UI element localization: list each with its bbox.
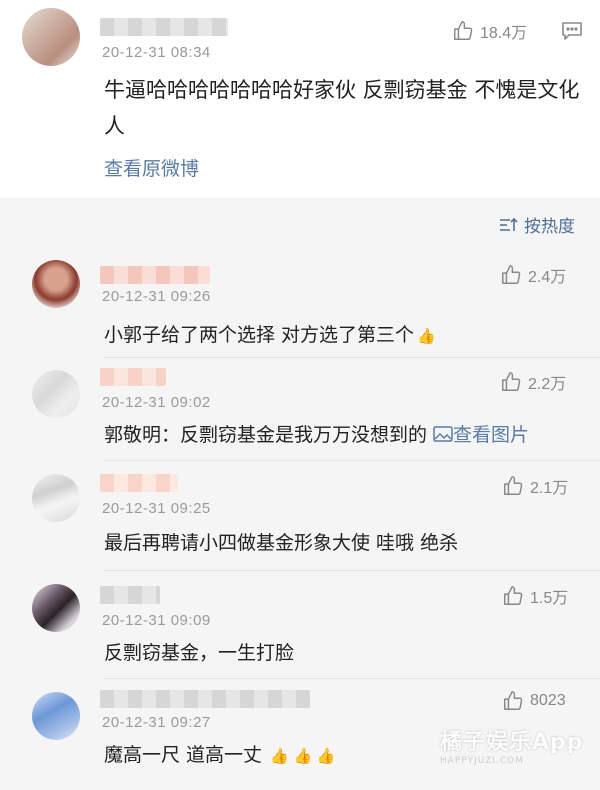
like-button[interactable]: 18.4万 [452, 19, 527, 43]
like-count: 2.2万 [528, 376, 567, 393]
comment-body: 魔高一尺 道高一丈 👍 👍 👍 [104, 740, 336, 767]
avatar[interactable] [32, 584, 80, 632]
comment-body: 小郭子给了两个选择 对方选了第三个 👍 [104, 320, 436, 347]
like-button[interactable]: 1.5万 [502, 584, 568, 608]
thumbs-up-emoji: 👍 [417, 327, 436, 345]
more-menu-icon[interactable] [561, 21, 583, 41]
watermark-url: HAPPYJUZI.COM [440, 756, 524, 766]
username-blurred[interactable] [100, 368, 166, 386]
thumbs-up-emoji: 👍 👍 👍 [270, 747, 336, 765]
thumb-up-icon [502, 265, 521, 284]
avatar[interactable] [32, 474, 80, 522]
like-count: 8023 [530, 692, 566, 709]
divider [104, 678, 600, 679]
like-button[interactable]: 2.4万 [500, 263, 566, 287]
comment-item: 20-12-31 09:25 2.1万 最后再聘请小四做基金形象大使 哇哦 绝杀 [0, 462, 600, 572]
comment-text: 小郭子给了两个选择 对方选了第三个 [104, 324, 415, 346]
username-blurred[interactable] [100, 586, 160, 604]
sort-icon [500, 217, 518, 231]
like-count: 18.4万 [480, 25, 528, 42]
watermark: 橘子娱乐App HAPPYJUZI.COM [440, 724, 584, 766]
timestamp: 20-12-31 09:25 [102, 500, 211, 517]
like-count: 2.1万 [530, 480, 569, 497]
comment-item: 20-12-31 09:26 2.4万 小郭子给了两个选择 对方选了第三个 👍 [0, 248, 600, 358]
timestamp: 20-12-31 09:27 [102, 714, 211, 731]
avatar[interactable] [22, 8, 80, 66]
thumb-up-icon [502, 372, 521, 391]
avatar[interactable] [32, 260, 80, 308]
like-count: 1.5万 [530, 590, 569, 607]
comment-text: 魔高一尺 道高一丈 [104, 744, 263, 766]
watermark-title: 橘子娱乐App [440, 730, 584, 755]
view-image-link[interactable]: 查看图片 [433, 424, 529, 446]
sort-label: 按热度 [524, 217, 575, 237]
username-blurred[interactable] [100, 18, 228, 36]
view-original-link[interactable]: 查看原微博 [104, 154, 199, 181]
avatar[interactable] [32, 370, 80, 418]
timestamp: 20-12-31 09:09 [102, 612, 211, 629]
avatar[interactable] [32, 692, 80, 740]
thumb-up-icon [504, 476, 523, 495]
comment-item: 20-12-31 09:02 2.2万 郭敬明：反剽窃基金是我万万没想到的 查看… [0, 358, 600, 468]
divider [104, 570, 600, 571]
timestamp: 20-12-31 09:02 [102, 394, 211, 411]
comment-body: 郭敬明：反剽窃基金是我万万没想到的 查看图片 [104, 420, 529, 447]
comment-text: 郭敬明：反剽窃基金是我万万没想到的 [104, 424, 434, 446]
view-image-label: 查看图片 [453, 424, 530, 446]
comment-text: 最后再聘请小四做基金形象大使 哇哦 绝杀 [104, 532, 459, 554]
like-button[interactable]: 2.2万 [500, 370, 566, 394]
image-icon [433, 426, 453, 442]
thumb-up-icon [504, 691, 523, 710]
thumb-up-icon [454, 21, 473, 40]
comment-item: 20-12-31 09:09 1.5万 反剽窃基金，一生打脸 [0, 572, 600, 682]
username-blurred[interactable] [100, 266, 210, 284]
divider [104, 460, 600, 461]
like-button[interactable]: 2.1万 [502, 474, 568, 498]
top-comment-card: 20-12-31 08:34 18.4万 牛逼哈哈哈哈哈哈哈好家伙 反剽窃基金 … [0, 0, 600, 198]
thumb-up-icon [504, 586, 523, 605]
username-blurred[interactable] [100, 474, 178, 492]
timestamp: 20-12-31 08:34 [102, 44, 211, 61]
like-button[interactable]: 8023 [502, 690, 566, 712]
sort-by-hot-button[interactable]: 按热度 [498, 212, 575, 237]
comment-text: 牛逼哈哈哈哈哈哈哈好家伙 反剽窃基金 不愧是文化人 [104, 78, 580, 138]
comment-text: 反剽窃基金，一生打脸 [104, 642, 295, 664]
username-blurred[interactable] [100, 690, 310, 708]
timestamp: 20-12-31 09:26 [102, 288, 211, 305]
like-count: 2.4万 [528, 269, 567, 286]
